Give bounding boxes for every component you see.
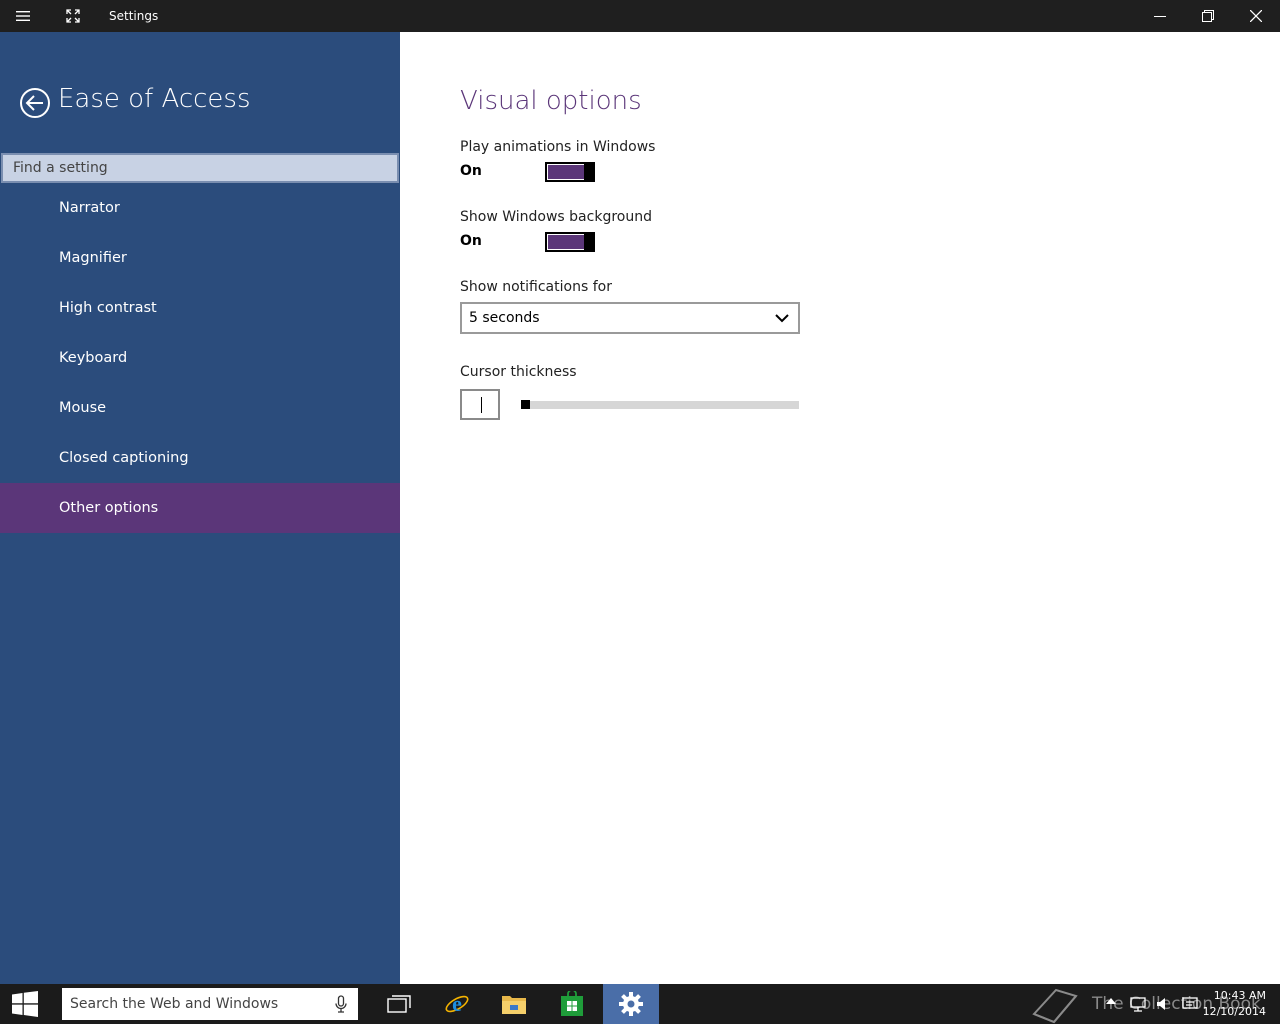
show-background-label: Show Windows background <box>460 209 652 225</box>
cursor-thickness-slider-thumb[interactable] <box>521 400 530 409</box>
expand-icon <box>66 9 80 23</box>
sidebar-item-other-options[interactable]: Other options <box>0 483 400 533</box>
task-view-icon <box>387 995 411 1013</box>
sidebar-item-narrator[interactable]: Narrator <box>0 183 400 233</box>
back-button[interactable] <box>19 87 51 119</box>
sidebar-item-mouse[interactable]: Mouse <box>0 383 400 433</box>
play-animations-toggle[interactable] <box>545 162 595 182</box>
close-button[interactable] <box>1233 0 1279 32</box>
volume-icon[interactable] <box>1155 996 1171 1012</box>
chevron-down-icon <box>775 314 789 323</box>
show-background-toggle[interactable] <box>545 232 595 252</box>
internet-explorer-button[interactable]: e <box>429 984 485 1024</box>
cursor-thickness-label: Cursor thickness <box>460 364 577 380</box>
taskbar-search[interactable] <box>62 988 358 1020</box>
play-animations-label: Play animations in Windows <box>460 139 656 155</box>
sidebar-item-closed-captioning[interactable]: Closed captioning <box>0 433 400 483</box>
file-explorer-button[interactable] <box>486 984 542 1024</box>
notifications-selected-value: 5 seconds <box>469 310 540 326</box>
restore-button[interactable] <box>1185 0 1231 32</box>
sidebar: Ease of Access Narrator Magnifier High c… <box>0 32 400 984</box>
sidebar-title: Ease of Access <box>58 84 251 114</box>
notifications-label: Show notifications for <box>460 279 612 295</box>
toggle-fill <box>548 235 584 249</box>
hamburger-menu-button[interactable] <box>0 0 46 32</box>
toggle-thumb[interactable] <box>584 162 595 182</box>
action-center-icon[interactable] <box>1182 996 1198 1012</box>
close-icon <box>1250 10 1262 22</box>
book-icon <box>1032 988 1078 1024</box>
taskbar: e The Collection Book 10:43 AM 12/10/201… <box>0 984 1280 1024</box>
taskbar-search-input[interactable] <box>62 988 322 1020</box>
sidebar-item-magnifier[interactable]: Magnifier <box>0 233 400 283</box>
store-button[interactable] <box>544 984 600 1024</box>
find-setting-input[interactable] <box>3 155 397 181</box>
play-animations-state: On <box>460 163 482 179</box>
store-icon <box>561 991 583 1016</box>
back-arrow-icon <box>20 88 50 118</box>
sidebar-item-keyboard[interactable]: Keyboard <box>0 333 400 383</box>
window-title: Settings <box>109 9 159 23</box>
notifications-dropdown[interactable]: 5 seconds <box>460 302 800 334</box>
start-button[interactable] <box>0 984 50 1024</box>
cursor-preview <box>460 389 500 420</box>
full-screen-button[interactable] <box>50 0 96 32</box>
clock-date: 12/10/2014 <box>1202 1005 1266 1018</box>
toggle-thumb[interactable] <box>584 232 595 252</box>
cursor-caret <box>481 397 482 413</box>
show-background-state: On <box>460 233 482 249</box>
title-bar: Settings <box>0 0 1280 32</box>
svg-text:e: e <box>452 991 462 1016</box>
system-clock[interactable]: 10:43 AM 12/10/2014 <box>1203 988 1266 1020</box>
show-hidden-icons-icon[interactable] <box>1105 996 1117 1006</box>
main-content: Visual options Play animations in Window… <box>400 32 1280 984</box>
settings-taskbar-button[interactable] <box>603 984 659 1024</box>
internet-explorer-icon: e <box>445 991 469 1016</box>
sidebar-nav: Narrator Magnifier High contrast Keyboar… <box>0 183 400 533</box>
minimize-button[interactable] <box>1137 0 1183 32</box>
page-title: Visual options <box>460 86 642 116</box>
clock-time: 10:43 AM <box>1213 989 1266 1002</box>
find-setting-search[interactable] <box>1 153 399 183</box>
task-view-button[interactable] <box>371 984 427 1024</box>
sidebar-item-high-contrast[interactable]: High contrast <box>0 283 400 333</box>
settings-icon <box>619 992 643 1016</box>
minimize-icon <box>1154 16 1166 17</box>
network-icon[interactable] <box>1130 996 1146 1012</box>
microphone-icon[interactable] <box>334 995 348 1013</box>
hamburger-icon <box>16 11 30 21</box>
windows-logo-icon <box>12 991 38 1017</box>
toggle-fill <box>548 165 584 179</box>
cursor-thickness-slider[interactable] <box>521 401 799 409</box>
file-explorer-icon <box>502 996 526 1014</box>
restore-icon <box>1202 10 1214 22</box>
